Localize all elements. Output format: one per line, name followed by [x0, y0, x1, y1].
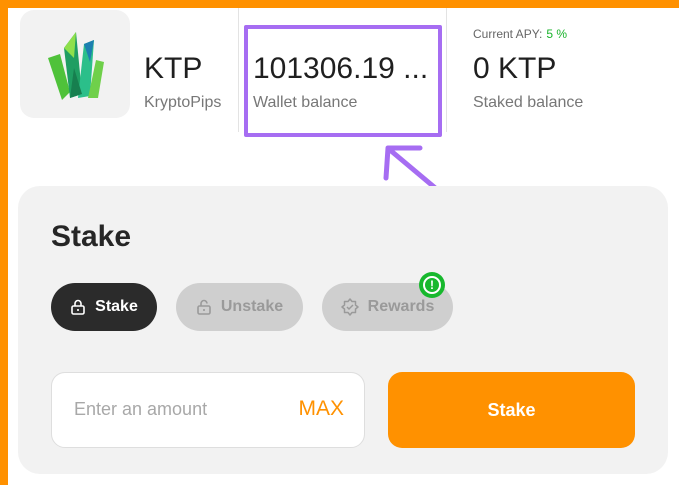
apy-value: 5 %: [546, 27, 568, 41]
divider: [238, 8, 239, 132]
max-button[interactable]: MAX: [298, 397, 344, 421]
divider: [446, 8, 447, 132]
card-title: Stake: [51, 220, 132, 253]
token-name: KryptoPips: [144, 94, 222, 111]
staked-balance-value: 0 KTP: [473, 52, 557, 85]
amount-input[interactable]: [74, 399, 264, 420]
staking-page: KTP KryptoPips 101306.19 ... Wallet bala…: [8, 8, 679, 485]
stake-submit-button[interactable]: Stake: [388, 372, 635, 448]
token-logo: [20, 10, 130, 118]
badge-icon: [340, 298, 359, 316]
stake-card: Stake Stake Unstake Rewards ! Enter an a…: [18, 186, 668, 474]
apy-label: Current APY:: [473, 27, 543, 41]
amount-field: MAX: [51, 372, 365, 448]
tab-label: Stake: [95, 298, 138, 315]
apy-row: Current APY: 5 %: [473, 27, 567, 41]
tab-unstake[interactable]: Unstake: [176, 283, 303, 331]
notification-badge: !: [419, 272, 445, 298]
tab-label: Unstake: [220, 298, 284, 315]
tab-stake[interactable]: Stake: [51, 283, 157, 331]
tab-label: Rewards: [367, 298, 435, 315]
green-crystal-icon: [48, 32, 104, 100]
highlight-annotation: [244, 25, 442, 137]
unlock-icon: [197, 299, 211, 315]
exclamation-icon: !: [423, 276, 441, 294]
lock-icon: [71, 299, 85, 315]
token-symbol: KTP: [144, 52, 203, 85]
staked-balance-label: Staked balance: [473, 94, 584, 111]
